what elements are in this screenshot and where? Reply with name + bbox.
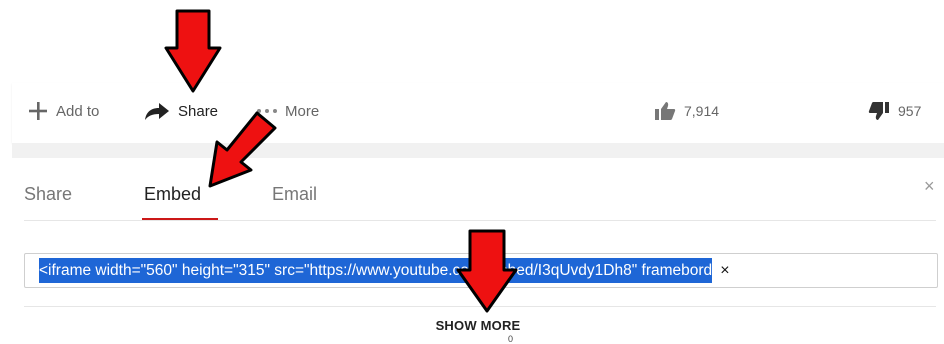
- tab-share[interactable]: Share: [24, 184, 72, 205]
- show-more-caret: 0: [508, 334, 514, 344]
- thumbs-up-icon: [655, 102, 676, 120]
- tabs-divider: [24, 220, 936, 221]
- like-count: 7,914: [684, 103, 720, 119]
- tab-embed[interactable]: Embed: [144, 184, 201, 205]
- video-action-bar: Add to Share More 7,914 957: [12, 83, 944, 143]
- like-button[interactable]: 7,914: [654, 83, 719, 139]
- plus-icon: [29, 102, 47, 120]
- arrow-down-icon: [456, 229, 518, 313]
- clear-embed-button[interactable]: ×: [720, 262, 729, 280]
- thumbs-down-icon: [868, 102, 889, 120]
- embed-code-text[interactable]: <iframe width="560" height="315" src="ht…: [39, 258, 713, 283]
- dislike-count: 957: [898, 103, 922, 119]
- more-label: More: [285, 102, 320, 120]
- section-gap: [12, 143, 944, 158]
- dislike-button[interactable]: 957: [868, 83, 921, 139]
- close-icon[interactable]: ×: [924, 176, 935, 197]
- arrow-diagonal-icon: [208, 111, 277, 188]
- add-to-label: Add to: [56, 102, 100, 120]
- show-more-button[interactable]: SHOW MORE: [12, 318, 944, 333]
- arrow-down-icon: [164, 9, 222, 93]
- share-arrow-icon: [145, 103, 169, 120]
- add-to-button[interactable]: Add to: [28, 83, 99, 139]
